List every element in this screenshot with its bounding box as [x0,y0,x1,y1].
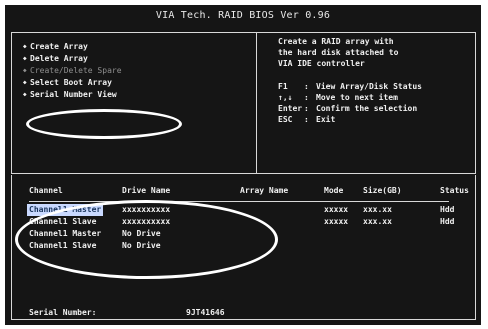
bullet-icon: ◆ [23,55,27,62]
table-row[interactable]: Channel1 Master xxxxxxxxxx xxxxx xxx.xx … [5,204,481,216]
row-drive: No Drive [122,241,161,250]
menu-item-label: Select Boot Array [30,78,112,87]
help-key: ESC [278,115,293,124]
help-action: Confirm the selection [316,104,418,113]
menu-item-select-boot-array[interactable]: ◆ Select Boot Array [23,77,122,89]
help-separator: : [304,82,309,91]
column-header-drive-name: Drive Name [122,186,171,195]
header-rule [29,201,449,202]
menu-item-label: Create/Delete Spare [30,66,122,75]
row-channel: Channel1 Master [29,229,102,238]
help-separator: : [304,104,309,113]
bullet-icon: ◆ [23,43,27,50]
row-channel: Channel1 Master [27,204,104,216]
column-header-channel: Channel [29,186,63,195]
help-separator: : [304,115,309,124]
panel-divider [256,33,257,173]
help-description-line: VIA IDE controller [278,59,365,68]
row-mode: xxxxx [324,217,349,226]
menu-item-label: Delete Array [30,54,88,63]
bullet-icon: ◆ [23,79,27,86]
help-key-row: ESC: Exit [278,114,473,125]
help-action: View Array/Disk Status [316,82,422,91]
bios-screen: VIA Tech. RAID BIOS Ver 0.96 ◆ Create Arr… [5,5,481,325]
table-row[interactable]: Channel1 Slave No Drive [5,240,481,252]
main-menu: ◆ Create Array ◆ Delete Array ◆ Create/Dele… [23,41,122,101]
help-keys: F1: View Array/Disk Status ↑,↓: Move to ne… [278,81,473,125]
row-drive: xxxxxxxxxx [122,217,171,226]
column-header-size: Size(GB) [363,186,402,195]
row-drive: No Drive [122,229,161,238]
menu-item-delete-array[interactable]: ◆ Delete Array [23,53,122,65]
table-row[interactable]: Channel1 Slave xxxxxxxxxx xxxxx xxx.xx H… [5,216,481,228]
row-mode: xxxxx [324,205,349,214]
help-key: F1 [278,82,288,91]
row-status: Hdd [440,205,455,214]
serial-number-value: 9JT41646 [186,308,225,317]
row-drive: xxxxxxxxxx [122,205,171,214]
serial-number-readout: Serial Number: 9JT41646 [29,308,329,320]
row-size: xxx.xx [363,217,392,226]
help-action: Move to next item [316,93,398,102]
column-header-status: Status [440,186,469,195]
row-size: xxx.xx [363,205,392,214]
bios-title: VIA Tech. RAID BIOS Ver 0.96 [155,10,331,21]
bullet-icon: ◆ [23,67,27,74]
serial-number-label: Serial Number: [29,308,97,317]
menu-item-serial-number-view[interactable]: ◆ Serial Number View [23,89,122,101]
bullet-icon: ◆ [23,91,27,98]
column-header-mode: Mode [324,186,344,195]
help-panel: Create a RAID array with the hard disk a… [278,36,473,125]
help-key-row: F1: View Array/Disk Status [278,81,473,92]
menu-item-label: Serial Number View [30,90,117,99]
menu-item-label: Create Array [30,42,88,51]
menu-item-create-array[interactable]: ◆ Create Array [23,41,122,53]
help-key: ↑,↓ [278,93,293,102]
help-separator: : [304,93,309,102]
table-header: Channel Drive Name Array Name Mode Size(… [5,186,481,198]
help-description: Create a RAID array with the hard disk a… [278,36,473,69]
help-description-line: Create a RAID array with [278,37,394,46]
help-key: Enter [278,104,303,113]
column-header-array-name: Array Name [240,186,289,195]
help-action: Exit [316,115,336,124]
row-channel: Channel1 Slave [29,217,97,226]
help-key-row: ↑,↓: Move to next item [278,92,473,103]
row-channel: Channel1 Slave [29,241,97,250]
menu-item-create-delete-spare: ◆ Create/Delete Spare [23,65,122,77]
help-key-row: Enter: Confirm the selection [278,103,473,114]
help-description-line: the hard disk attached to [278,48,399,57]
table-row[interactable]: Channel1 Master No Drive [5,228,481,240]
row-status: Hdd [440,217,455,226]
